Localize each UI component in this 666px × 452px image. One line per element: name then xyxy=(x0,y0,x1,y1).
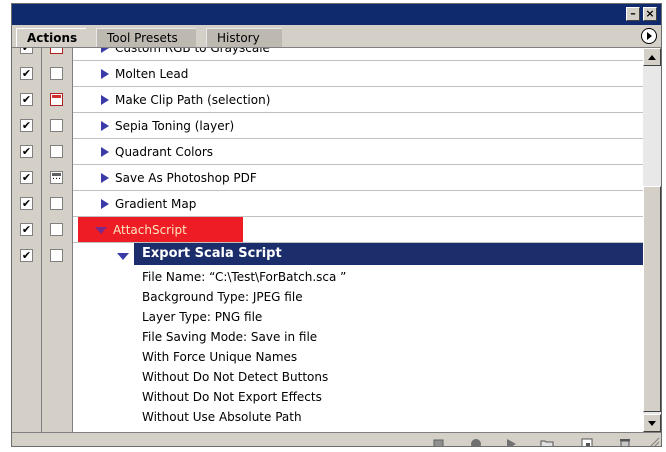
list-item[interactable]: ✔ Molten Lead xyxy=(12,61,643,87)
trash-icon[interactable] xyxy=(618,435,632,446)
action-label: Sepia Toning (layer) xyxy=(115,119,235,133)
scroll-up-button[interactable] xyxy=(643,48,661,66)
command-label: Export Scala Script xyxy=(142,246,282,261)
tab-history[interactable]: History xyxy=(206,28,282,47)
toggle-checkbox[interactable]: ✔ xyxy=(20,119,33,132)
stop-icon[interactable] xyxy=(432,435,446,446)
action-label: Make Clip Path (selection) xyxy=(115,93,271,107)
dialog-toggle-icon[interactable] xyxy=(50,223,63,236)
expand-triangle-icon[interactable] xyxy=(101,147,109,157)
actions-panel: – × Actions Tool Presets History ✔ Custo… xyxy=(11,3,662,447)
list-item[interactable]: ✔ Gradient Map xyxy=(12,191,643,217)
collapse-triangle-icon[interactable] xyxy=(95,227,107,234)
dialog-toggle-icon[interactable] xyxy=(50,67,63,80)
panel-tabs: Actions Tool Presets History xyxy=(12,25,661,48)
command-param: With Force Unique Names xyxy=(142,350,298,364)
list-item[interactable]: ✔ Sepia Toning (layer) xyxy=(12,113,643,139)
tab-tool-presets-label: Tool Presets xyxy=(107,31,178,45)
command-param: Without Do Not Detect Buttons xyxy=(142,370,329,384)
arrow-down-icon xyxy=(648,421,656,426)
dialog-toggle-icon[interactable] xyxy=(50,145,63,158)
action-label: Gradient Map xyxy=(115,197,197,211)
new-action-icon[interactable] xyxy=(580,435,594,446)
panel-menu-arrow-icon xyxy=(647,32,652,40)
expand-triangle-icon[interactable] xyxy=(101,95,109,105)
tab-actions[interactable]: Actions xyxy=(16,28,86,47)
action-label: Custom RGB to Grayscale xyxy=(115,48,270,55)
arrow-up-icon xyxy=(648,55,656,60)
new-set-icon[interactable] xyxy=(540,435,554,446)
command-param: Layer Type: PNG file xyxy=(142,310,263,324)
scroll-thumb[interactable] xyxy=(643,186,661,412)
action-label: AttachScript xyxy=(113,223,187,237)
toggle-checkbox[interactable]: ✔ xyxy=(20,197,33,210)
collapse-triangle-icon[interactable] xyxy=(117,253,129,260)
minimize-icon[interactable]: – xyxy=(626,7,640,21)
action-label: Molten Lead xyxy=(115,67,189,81)
panel-menu-button[interactable] xyxy=(641,28,657,44)
list-item-attachscript[interactable]: ✔ AttachScript xyxy=(12,217,643,243)
toggle-checkbox[interactable]: ✔ xyxy=(20,67,33,80)
toggle-checkbox[interactable]: ✔ xyxy=(20,249,33,262)
toggle-checkbox[interactable]: ✔ xyxy=(20,171,33,184)
command-item[interactable]: ✔ Export Scala Script File Name: “C:\Tes… xyxy=(12,243,643,432)
resize-grip-icon[interactable] xyxy=(646,434,660,446)
action-label: Save As Photoshop PDF xyxy=(115,171,257,185)
dialog-toggle-icon[interactable] xyxy=(50,48,63,54)
close-icon[interactable]: × xyxy=(643,7,657,21)
dialog-toggle-icon[interactable] xyxy=(50,119,63,132)
command-param: Without Do Not Export Effects xyxy=(142,390,322,404)
actions-toolbar xyxy=(12,432,661,446)
toggle-checkbox[interactable]: ✔ xyxy=(20,48,33,54)
dialog-toggle-icon[interactable] xyxy=(50,93,63,106)
toggle-checkbox[interactable]: ✔ xyxy=(20,145,33,158)
play-icon[interactable] xyxy=(504,435,518,446)
list-item[interactable]: ✔ Custom RGB to Grayscale xyxy=(12,48,643,61)
expand-triangle-icon[interactable] xyxy=(101,121,109,131)
list-item[interactable]: ✔ Make Clip Path (selection) xyxy=(12,87,643,113)
scroll-down-button[interactable] xyxy=(643,414,661,432)
list-item[interactable]: ✔ Quadrant Colors xyxy=(12,139,643,165)
toggle-checkbox[interactable]: ✔ xyxy=(20,223,33,236)
toggle-checkbox[interactable]: ✔ xyxy=(20,93,33,106)
tab-tool-presets[interactable]: Tool Presets xyxy=(96,28,196,47)
command-param: File Saving Mode: Save in file xyxy=(142,330,318,344)
dialog-toggle-icon[interactable] xyxy=(50,249,63,262)
record-icon[interactable] xyxy=(469,435,483,446)
expand-triangle-icon[interactable] xyxy=(101,199,109,209)
dialog-toggle-icon[interactable] xyxy=(50,171,63,184)
action-label: Quadrant Colors xyxy=(115,145,214,159)
expand-triangle-icon[interactable] xyxy=(101,69,109,79)
expand-triangle-icon[interactable] xyxy=(101,173,109,183)
dialog-toggle-icon[interactable] xyxy=(50,197,63,210)
panel-title-bar[interactable]: – × xyxy=(12,4,661,25)
list-item[interactable]: ✔ Save As Photoshop PDF xyxy=(12,165,643,191)
tab-actions-label: Actions xyxy=(27,31,78,45)
vertical-scrollbar[interactable] xyxy=(643,48,661,432)
expand-triangle-icon[interactable] xyxy=(101,48,109,53)
actions-list: ✔ Custom RGB to Grayscale ✔ Molten Lead … xyxy=(12,48,643,432)
command-param: File Name: “C:\Test\ForBatch.sca ” xyxy=(142,270,347,284)
command-param: Background Type: JPEG file xyxy=(142,290,303,304)
selected-command-bar[interactable]: Export Scala Script xyxy=(134,243,643,265)
command-param: Without Use Absolute Path xyxy=(142,410,302,424)
tab-history-label: History xyxy=(217,31,260,45)
